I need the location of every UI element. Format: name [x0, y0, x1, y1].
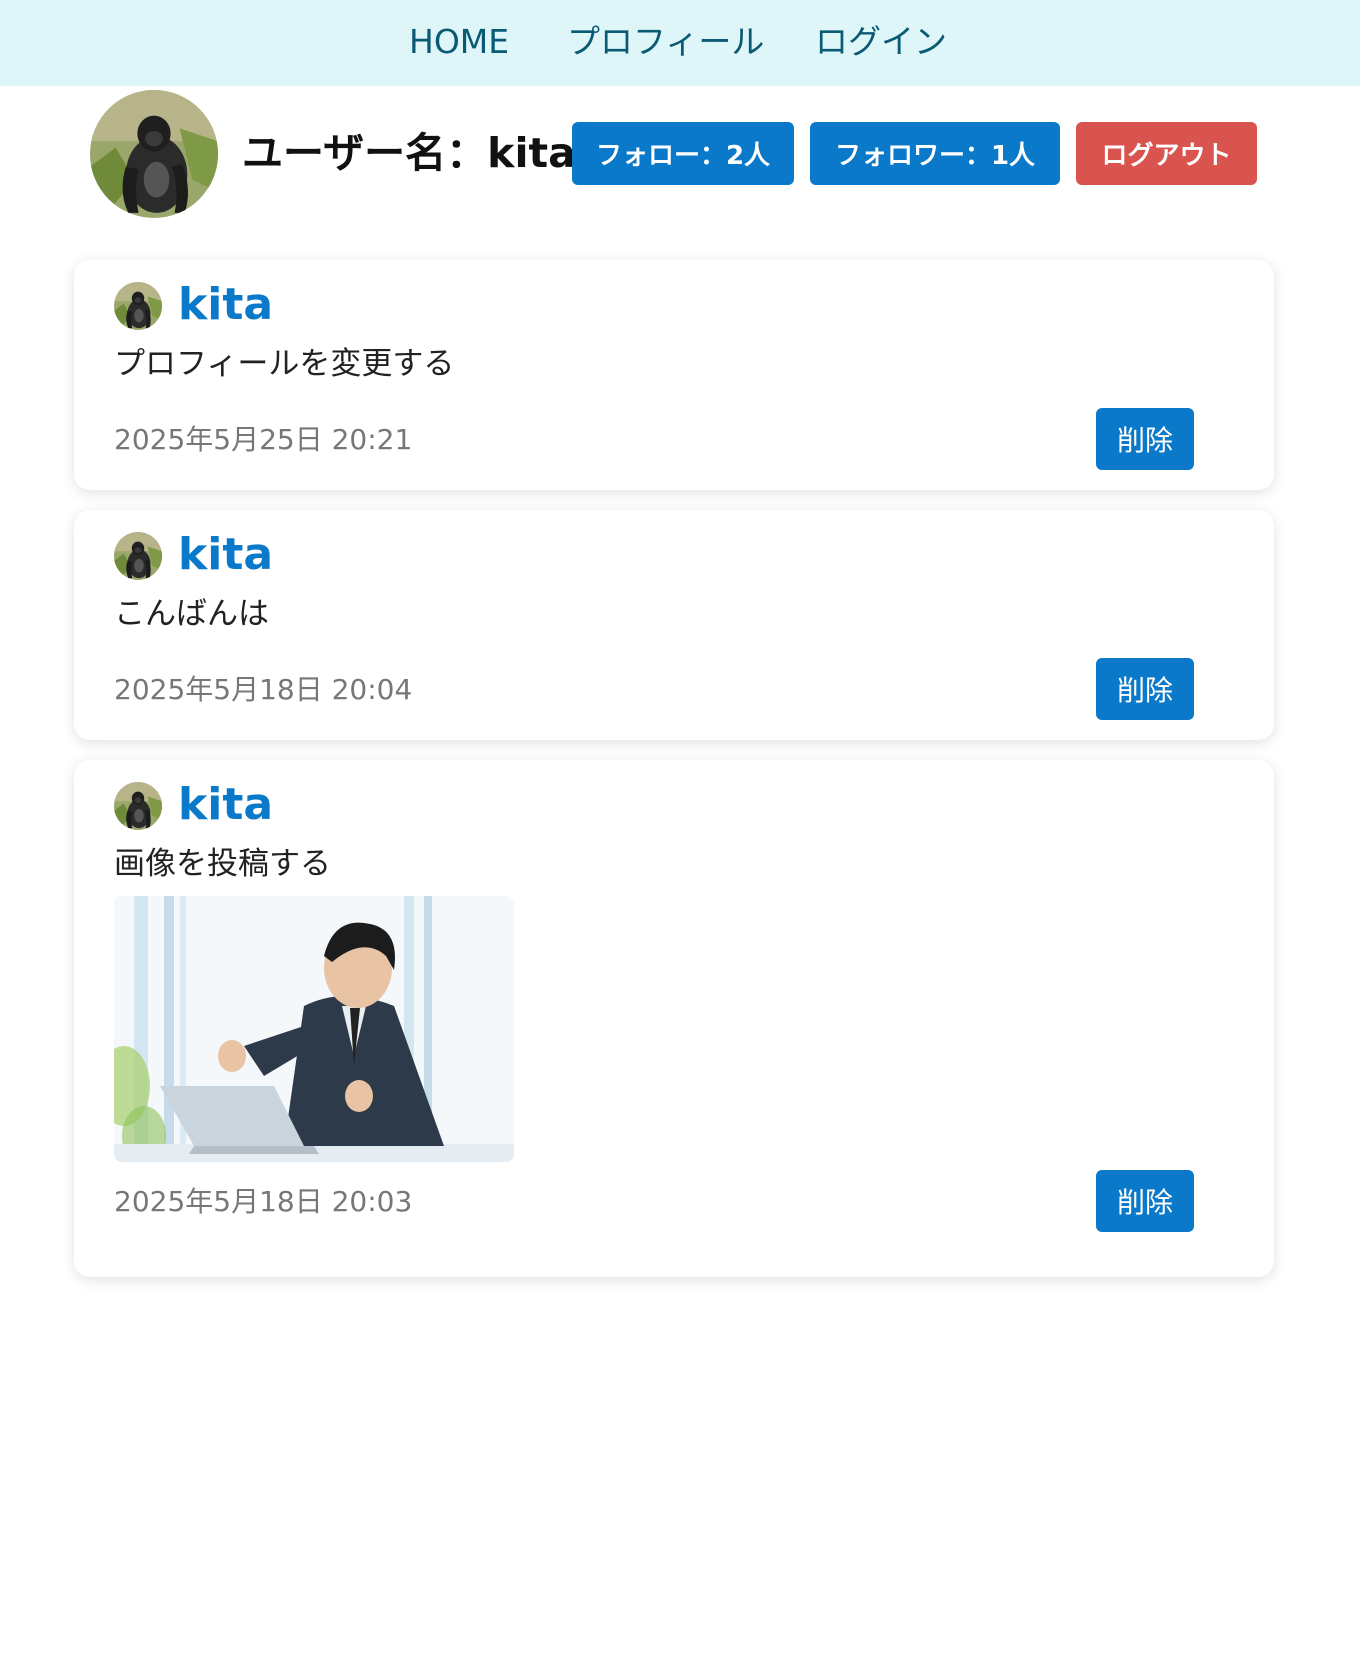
- follower-count-button[interactable]: フォロワー：1人: [810, 122, 1060, 185]
- post-body-text: こんばんは: [114, 596, 269, 632]
- post-body-text: 画像を投稿する: [114, 846, 331, 882]
- post-date: 2025年5月18日 20:03: [114, 1185, 413, 1218]
- post-body-text: プロフィールを変更する: [114, 346, 455, 382]
- delete-post-button[interactable]: 削除: [1096, 658, 1194, 720]
- nav-login-link[interactable]: ログイン: [815, 20, 947, 64]
- post-card: kita こんばんは 2025年5月18日 20:04 削除: [74, 510, 1274, 740]
- post-author-link[interactable]: kita: [178, 778, 273, 832]
- post-author-avatar[interactable]: [114, 782, 162, 830]
- post-date: 2025年5月18日 20:04: [114, 673, 413, 706]
- post-attached-image[interactable]: [114, 896, 514, 1162]
- nav-home-link[interactable]: HOME: [409, 20, 509, 64]
- post-card: kita 画像を投稿する 2025年5月18日 20:03 削除: [74, 760, 1274, 1277]
- businessman-laptop-photo: [114, 896, 514, 1162]
- logout-button[interactable]: ログアウト: [1076, 122, 1257, 185]
- gorilla-avatar-image: [90, 90, 218, 218]
- post-card: kita プロフィールを変更する 2025年5月25日 20:21 削除: [74, 260, 1274, 490]
- profile-username: ユーザー名：kita: [242, 129, 576, 177]
- top-navbar: HOME プロフィール ログイン: [0, 0, 1360, 86]
- post-author-link[interactable]: kita: [178, 528, 273, 582]
- post-author-link[interactable]: kita: [178, 278, 273, 332]
- post-date: 2025年5月25日 20:21: [114, 423, 413, 456]
- nav-profile-link[interactable]: プロフィール: [567, 20, 764, 64]
- gorilla-avatar-image: [114, 782, 162, 830]
- gorilla-avatar-image: [114, 282, 162, 330]
- profile-avatar: [90, 90, 218, 218]
- post-author-avatar[interactable]: [114, 282, 162, 330]
- post-author-avatar[interactable]: [114, 532, 162, 580]
- gorilla-avatar-image: [114, 532, 162, 580]
- delete-post-button[interactable]: 削除: [1096, 408, 1194, 470]
- delete-post-button[interactable]: 削除: [1096, 1170, 1194, 1232]
- following-count-button[interactable]: フォロー：2人: [572, 122, 794, 185]
